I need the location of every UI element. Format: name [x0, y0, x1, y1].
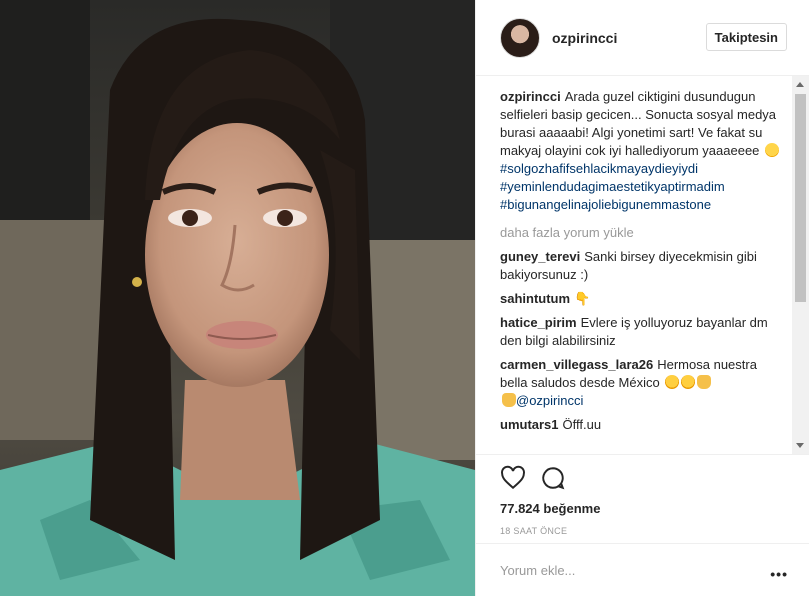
post-photo[interactable]: [0, 0, 475, 596]
post-actions: 77.824 beğenme 18 SAAT ÖNCE: [476, 454, 809, 544]
comment-item: guney_terevi Sanki birsey diyecekmisin gi…: [500, 248, 780, 284]
kiss-emoji-icon: [665, 375, 680, 389]
wink-emoji-icon: [765, 143, 780, 157]
hashtag-link[interactable]: #bigunangelinajoliebigunemmastone: [500, 196, 780, 214]
comment-username[interactable]: sahintutum: [500, 291, 570, 306]
scrollbar-thumb[interactable]: [795, 94, 806, 302]
heart-icon[interactable]: [500, 465, 526, 491]
caption: ozpirincci Arada guzel ciktigini dusundug…: [500, 88, 780, 214]
hand-emoji-icon: [697, 375, 712, 389]
comment-text: 👇: [574, 291, 591, 306]
add-comment-bar: •••: [476, 543, 809, 596]
avatar[interactable]: [500, 17, 540, 58]
scroll-up-icon[interactable]: [796, 82, 804, 87]
post-timestamp: 18 SAAT ÖNCE: [500, 526, 568, 536]
hashtag-link[interactable]: #solgozhafifsehlacikmayaydieyiydi: [500, 160, 780, 178]
load-more-comments[interactable]: daha fazla yorum yükle: [500, 224, 780, 242]
likes-count[interactable]: 77.824 beğenme: [500, 501, 809, 516]
comment-item: sahintutum 👇: [500, 290, 780, 308]
hand-emoji-icon: [502, 393, 516, 407]
comments-list[interactable]: ozpirincci Arada guzel ciktigini dusundug…: [500, 88, 780, 454]
more-options-icon[interactable]: •••: [770, 566, 788, 582]
comment-text: Öfff.uu: [562, 417, 602, 432]
post-username[interactable]: ozpirincci: [552, 30, 617, 46]
comment-item: umutars1 Öfff.uu: [500, 416, 780, 434]
caption-username[interactable]: ozpirincci: [500, 89, 561, 104]
post-view: ozpirincci Takiptesin ozpirincci Arada gu…: [0, 0, 809, 596]
comment-icon[interactable]: [540, 465, 566, 491]
comment-username[interactable]: guney_terevi: [500, 249, 580, 264]
follow-button[interactable]: Takiptesin: [705, 23, 787, 51]
comment-username[interactable]: hatice_pirim: [500, 315, 577, 330]
mention-link[interactable]: @ozpirincci: [516, 393, 583, 408]
post-sidebar: ozpirincci Takiptesin ozpirincci Arada gu…: [475, 0, 809, 596]
hashtag-link[interactable]: #yeminlendudagimaestetikyaptirmadim: [500, 178, 780, 196]
comment-username[interactable]: carmen_villegass_lara26: [500, 357, 653, 372]
comment-input[interactable]: [500, 562, 740, 578]
selfie-image: [0, 0, 475, 596]
comment-username[interactable]: umutars1: [500, 417, 559, 432]
comment-item: carmen_villegass_lara26 Hermosa nuestra b…: [500, 356, 780, 410]
comment-item: hatice_pirim Evlere iş yolluyoruz bayanla…: [500, 314, 780, 350]
kiss-emoji-icon: [681, 375, 696, 389]
comments-scrollbar[interactable]: [792, 76, 809, 454]
scroll-down-icon[interactable]: [796, 443, 804, 448]
post-header: ozpirincci Takiptesin: [476, 0, 809, 76]
